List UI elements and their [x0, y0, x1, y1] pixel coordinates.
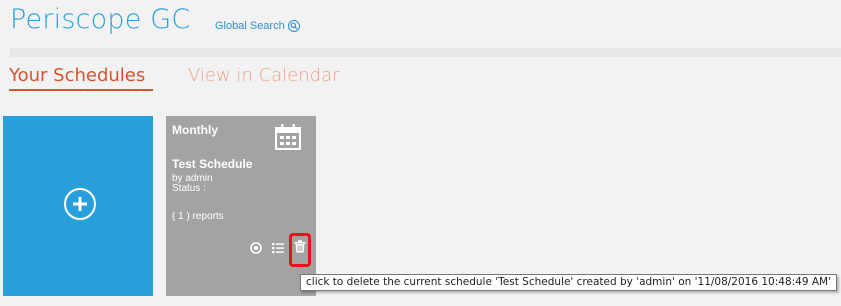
schedule-reports-count: ( 1 ) reports [172, 211, 224, 222]
schedule-name: Test Schedule [172, 157, 253, 171]
schedule-frequency: Monthly [172, 123, 218, 137]
app-title: Periscope GC [10, 4, 191, 35]
delete-highlight-box [289, 233, 311, 267]
calendar-icon [274, 123, 302, 156]
tab-view-in-calendar[interactable]: View in Calendar [188, 65, 340, 86]
header-divider [10, 48, 841, 57]
run-icon[interactable] [250, 241, 262, 259]
add-schedule-tile[interactable] [3, 116, 153, 296]
add-circle-icon [64, 188, 96, 220]
global-search-label: Global Search [215, 20, 285, 32]
search-icon [287, 20, 300, 32]
active-tab-underline [9, 89, 153, 91]
delete-tooltip: click to delete the current schedule 'Te… [300, 274, 837, 291]
tab-your-schedules[interactable]: Your Schedules [9, 65, 145, 86]
global-search-link[interactable]: Global Search [215, 20, 300, 32]
schedule-card[interactable]: Monthly Test Schedule by admin Status : … [166, 116, 316, 296]
details-list-icon[interactable] [272, 241, 284, 259]
schedule-status: Status : [172, 183, 206, 194]
